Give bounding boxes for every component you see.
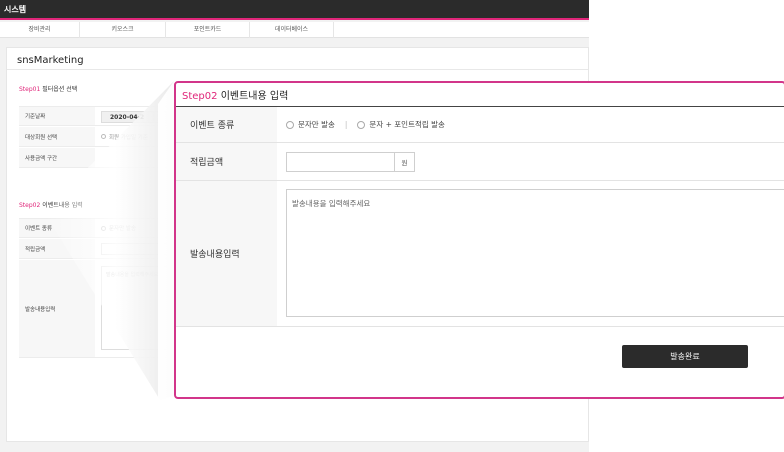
radio-sms-only[interactable]: [286, 120, 294, 129]
member-radio-label: 회원 가입일 기준: [109, 134, 148, 141]
top-bar: 시스템: [0, 0, 589, 20]
step2-title-bg: 이벤트내용 입력: [42, 202, 83, 209]
menu-item-kiosk[interactable]: 키오스크: [80, 22, 166, 38]
menu-item-equipment[interactable]: 장비관리: [0, 22, 80, 38]
send-complete-button[interactable]: 발송완료: [622, 345, 748, 368]
radio-separator: |: [344, 120, 348, 129]
member-radio[interactable]: 회원 가입일 기준: [101, 127, 148, 146]
menu-item-database[interactable]: 데이터베이스: [250, 22, 334, 38]
amount-input[interactable]: 원: [286, 152, 415, 172]
zoomed-step2-panel: Step02 이벤트내용 입력 이벤트 종류 문자만 발송 | 문자 + 포인트…: [174, 81, 784, 399]
row-label: 이벤트 종류: [19, 219, 95, 237]
message-row: 발송내용입력 발송내용을 입력해주세요: [176, 181, 784, 327]
event-radio-bg-label: 문자만 발송: [109, 226, 137, 232]
row-label: 사용금액 구간: [19, 148, 95, 167]
app-title: 시스템: [4, 5, 27, 14]
row-label: 기준날짜: [19, 107, 95, 125]
radio-sms-only-label[interactable]: 문자만 발송: [298, 119, 335, 130]
menu-bar: 장비관리 키오스크 포인트카드 데이터베이스: [0, 22, 589, 38]
radio-icon: [101, 134, 106, 139]
menu-item-pointcard[interactable]: 포인트카드: [166, 22, 250, 38]
row-label: 대상회원 선택: [19, 127, 95, 146]
amount-row: 적립금액 원: [176, 143, 784, 181]
radio-sms-point[interactable]: [357, 120, 366, 129]
message-label: 발송내용입력: [176, 181, 277, 326]
radio-sms-point-label[interactable]: 문자 + 포인트적립 발송: [369, 119, 445, 130]
step1-heading: Step01 필터옵션 선택: [19, 84, 77, 93]
amount-unit: 원: [394, 153, 414, 171]
zoom-step-prefix: Step02: [182, 91, 218, 102]
event-type-label: 이벤트 종류: [176, 107, 277, 142]
radio-icon: [101, 225, 106, 231]
row-label: 발송내용입력: [19, 260, 95, 357]
step2-prefix-bg: Step02: [19, 202, 41, 209]
event-type-row: 이벤트 종류 문자만 발송 | 문자 + 포인트적립 발송: [176, 107, 784, 143]
row-label: 적립금액: [19, 239, 95, 258]
step1-title: 필터옵션 선택: [42, 86, 78, 93]
amount-label: 적립금액: [176, 143, 277, 180]
zoom-step-title: 이벤트내용 입력: [220, 91, 289, 102]
page-title: snsMarketing: [17, 55, 84, 66]
divider: [7, 69, 588, 70]
date-field[interactable]: 2020-04-2: [101, 111, 181, 123]
step2-heading-bg: Step02 이벤트내용 입력: [19, 200, 83, 209]
step1-prefix: Step01: [19, 86, 41, 93]
message-textarea[interactable]: 발송내용을 입력해주세요: [286, 189, 784, 317]
zoom-heading: Step02 이벤트내용 입력: [182, 87, 288, 102]
event-type-radio-group: 문자만 발송 | 문자 + 포인트적립 발송: [286, 107, 445, 142]
event-radio-bg[interactable]: 문자만 발송: [101, 219, 136, 237]
